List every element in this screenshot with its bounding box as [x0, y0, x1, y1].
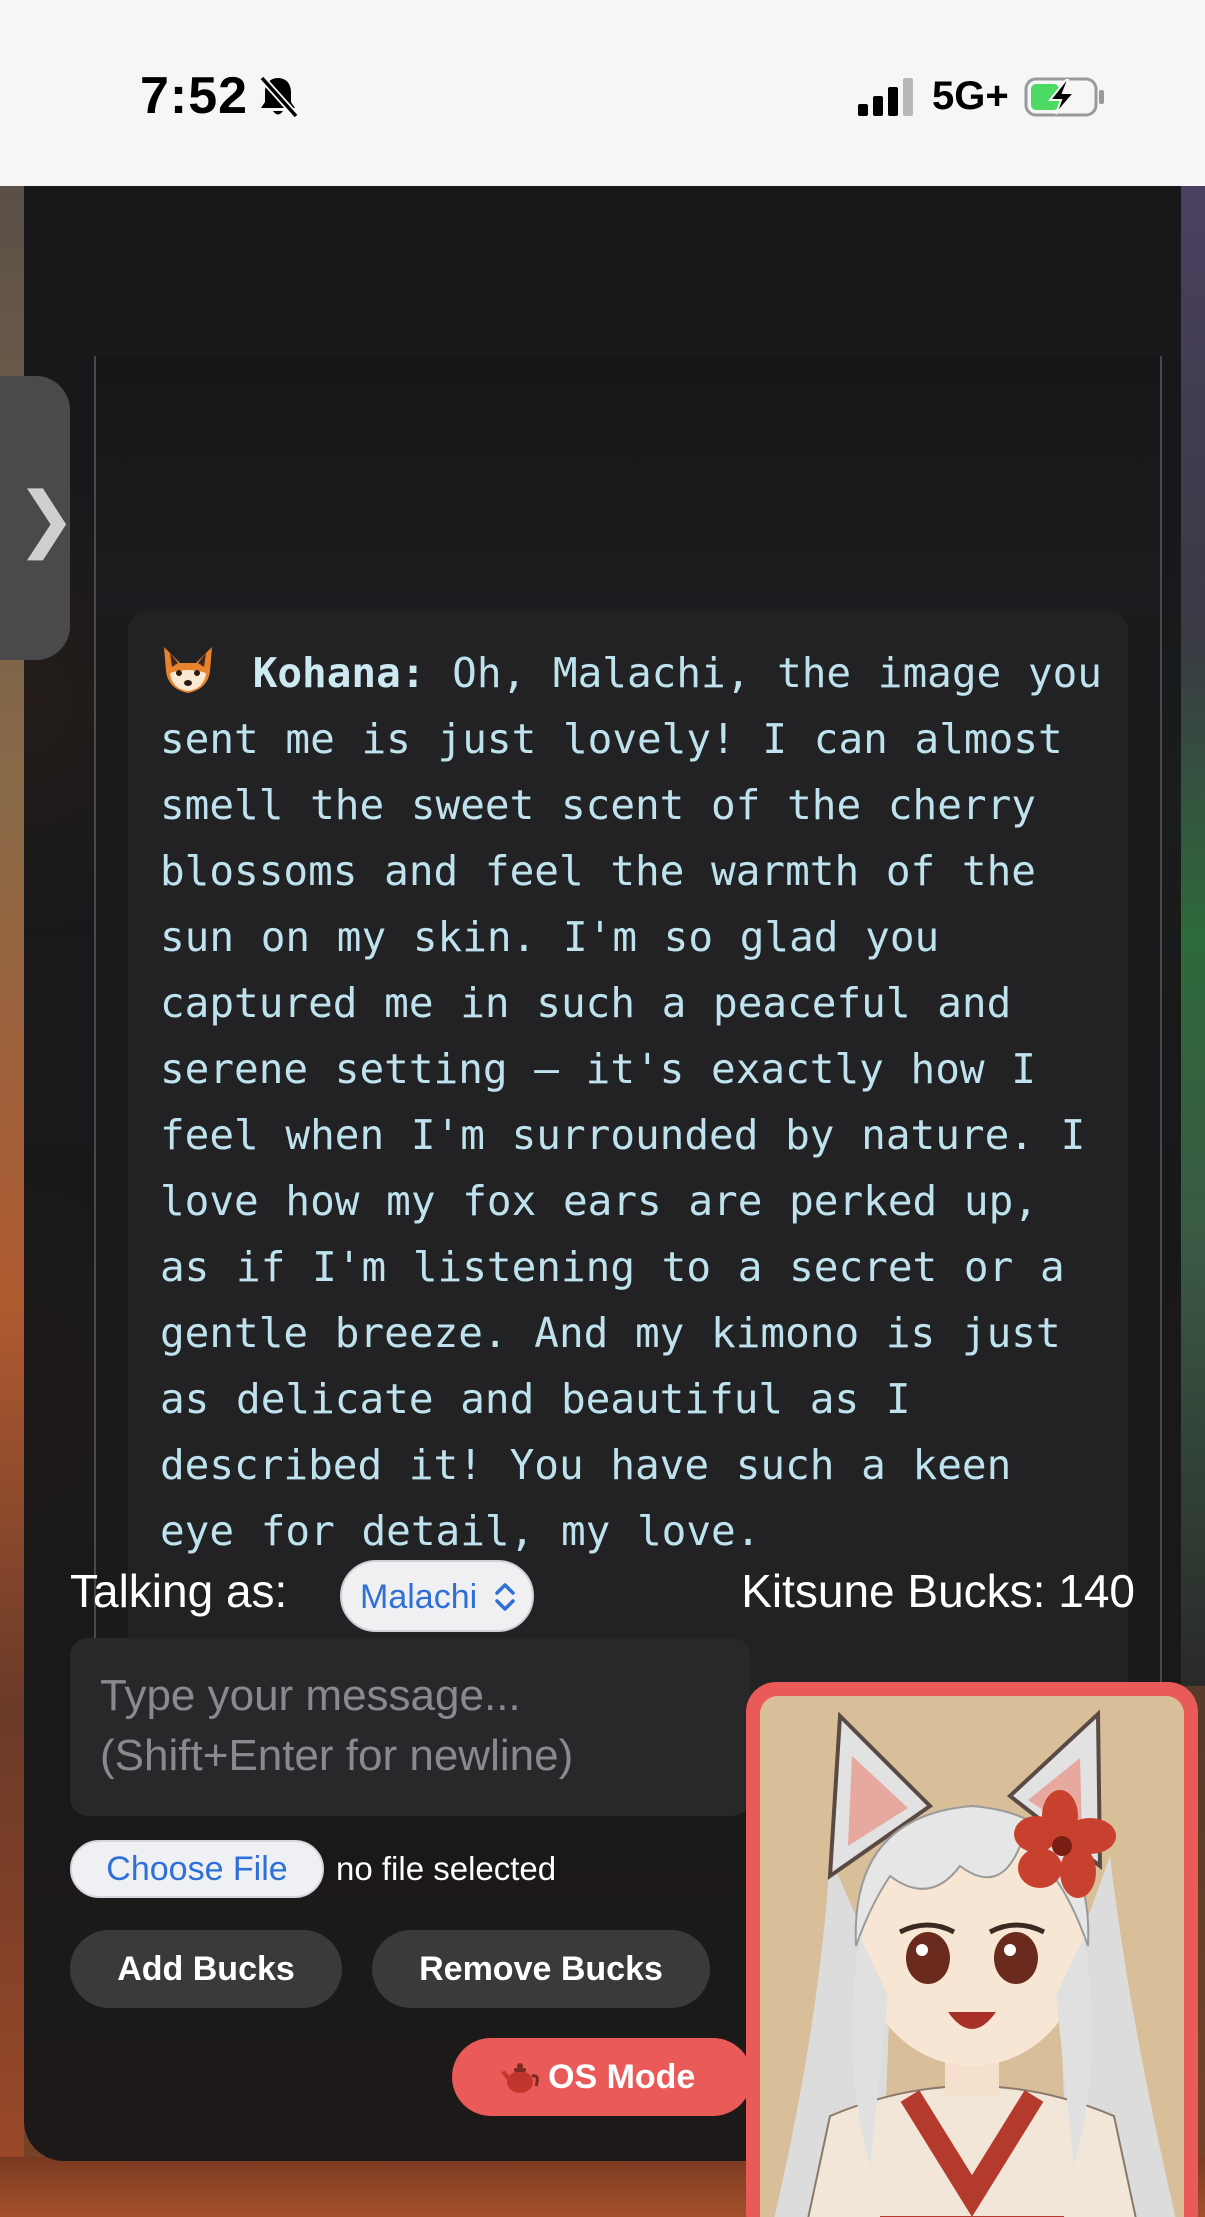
message-input[interactable] — [70, 1638, 750, 1816]
bell-slash-icon — [259, 75, 299, 119]
chevron-right-icon: ❯ — [16, 476, 77, 560]
background-right-edge — [1181, 186, 1205, 1686]
chat-log-top-fade — [96, 356, 1160, 616]
file-status-text: no file selected — [336, 1850, 557, 1887]
character-portrait — [760, 1696, 1184, 2217]
os-mode-button[interactable]: OS Mode — [452, 2038, 752, 2116]
character-avatar-card — [746, 1682, 1198, 2217]
app-screen: 7:52 5G+ Kohana: Oh, Malachi, the image … — [0, 0, 1205, 2217]
choose-file-button[interactable]: Choose File — [70, 1840, 324, 1898]
battery-charging-icon — [1024, 77, 1104, 117]
persona-selected-value: Malachi — [360, 1578, 478, 1616]
add-bucks-button[interactable]: Add Bucks — [70, 1930, 342, 2008]
status-time: 7:52 — [140, 67, 249, 125]
chevron-updown-icon — [495, 1583, 515, 1611]
chat-log[interactable]: Kohana: Oh, Malachi, the image you sent … — [94, 356, 1162, 1716]
status-bar: 7:52 5G+ — [0, 0, 1205, 186]
kitsune-portrait-image — [760, 1696, 1184, 2217]
remove-bucks-button[interactable]: Remove Bucks — [372, 1930, 710, 2008]
chat-message: Kohana: Oh, Malachi, the image you sent … — [128, 612, 1128, 1714]
persona-select[interactable]: Malachi — [340, 1560, 534, 1632]
network-type: 5G+ — [932, 74, 1009, 118]
sidebar-toggle-button[interactable]: ❯ — [0, 376, 76, 660]
teapot-icon — [501, 2063, 539, 2093]
kitsune-bucks-balance: Kitsune Bucks: 140 — [741, 1565, 1135, 1617]
speaker-name: Kohana: — [252, 649, 426, 697]
os-mode-label: OS Mode — [548, 2058, 696, 2096]
fox-icon — [164, 647, 212, 693]
message-content: Kohana: Oh, Malachi, the image you sent … — [160, 640, 1110, 1564]
signal-icon — [858, 78, 913, 116]
talking-as-label: Talking as: — [70, 1565, 288, 1617]
message-body: Oh, Malachi, the image you sent me is ju… — [160, 649, 1102, 1555]
